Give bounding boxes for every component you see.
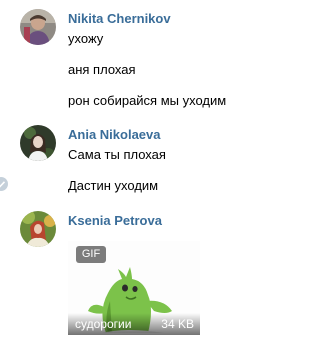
gif-badge: GIF [76,246,106,263]
message-text: Дастин уходим [68,178,159,193]
gif-attachment[interactable]: GIF судорогии 34 KB [68,241,200,335]
message-text: ухожу [68,31,104,46]
message-text: Сама ты плохая [68,147,166,162]
avatar-ania[interactable] [20,125,56,161]
message-text: рон собирайся мы уходим [68,93,227,108]
select-check-icon[interactable] [0,177,8,191]
message-text: аня плохая [68,62,136,77]
avatar-ksenia[interactable] [20,211,56,247]
author-name[interactable]: Nikita Chernikov [68,11,171,26]
author-name[interactable]: Ania Nikolaeva [68,127,161,142]
avatar-nikita[interactable] [20,9,56,45]
gif-file-size: 34 KB [161,317,194,331]
gif-caption: судорогии [75,317,132,331]
author-name[interactable]: Ksenia Petrova [68,213,162,228]
gif-caption-bar: судорогии 34 KB [68,313,200,335]
